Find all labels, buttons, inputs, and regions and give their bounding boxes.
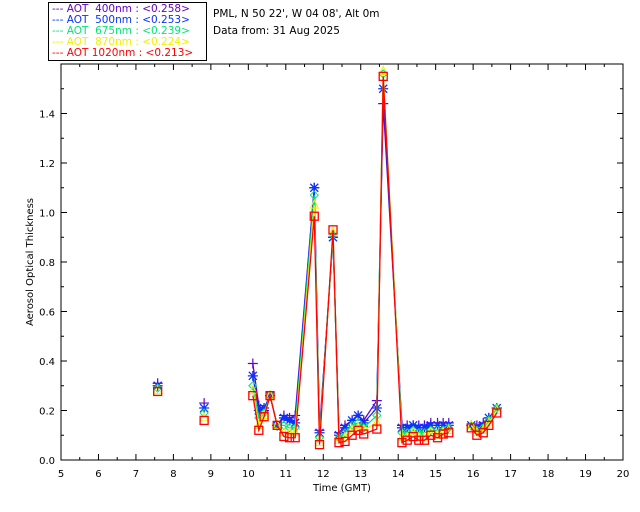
x-tick-label: 9 xyxy=(208,469,214,480)
series-line xyxy=(252,88,449,438)
series-line xyxy=(252,76,449,445)
x-tick-label: 6 xyxy=(95,469,101,480)
x-tick-label: 5 xyxy=(58,469,64,480)
x-tick-label: 11 xyxy=(279,469,292,480)
x-tick-label: 15 xyxy=(429,469,442,480)
x-tick-label: 14 xyxy=(392,469,405,480)
x-tick-label: 10 xyxy=(242,469,255,480)
x-tick-label: 17 xyxy=(504,469,517,480)
y-tick-label: 0.2 xyxy=(39,407,55,418)
x-tick-label: 12 xyxy=(317,469,330,480)
x-tick-label: 20 xyxy=(617,469,630,480)
x-axis-label: Time (GMT) xyxy=(312,483,371,494)
y-tick-label: 0.0 xyxy=(39,456,55,467)
x-tick-label: 8 xyxy=(170,469,176,480)
x-tick-label: 19 xyxy=(579,469,592,480)
data-point xyxy=(247,358,258,369)
series-line xyxy=(252,73,450,440)
series-asterisk xyxy=(152,83,502,441)
series-square xyxy=(153,71,502,450)
y-tick-label: 0.6 xyxy=(39,308,55,319)
series-plus xyxy=(152,98,502,438)
x-tick-label: 13 xyxy=(354,469,367,480)
y-axis-label: Aerosol Optical Thickness xyxy=(25,198,36,326)
series-layer xyxy=(152,65,502,450)
series-line xyxy=(252,71,450,443)
series-triangle xyxy=(152,65,502,447)
series-diamond xyxy=(152,69,502,443)
x-tick-label: 18 xyxy=(542,469,555,480)
aot-chart: 5 6 7 8 9 10 11 12 13 14 15 16 17 18 19 20 0.0 0.2 0.4 0.6 0… xyxy=(25,63,630,494)
plot-frame xyxy=(60,63,624,461)
y-tick-label: 0.4 xyxy=(39,357,55,368)
series-line xyxy=(252,103,449,435)
y-tick-label: 1.4 xyxy=(39,110,55,121)
data-point xyxy=(247,370,258,381)
y-tick-label: 1.2 xyxy=(39,159,55,170)
y-tick-label: 0.8 xyxy=(39,258,55,269)
data-point xyxy=(199,403,210,414)
y-tick-label: 1.0 xyxy=(39,209,55,220)
x-tick-label: 16 xyxy=(467,469,480,480)
x-tick-label: 7 xyxy=(133,469,139,480)
